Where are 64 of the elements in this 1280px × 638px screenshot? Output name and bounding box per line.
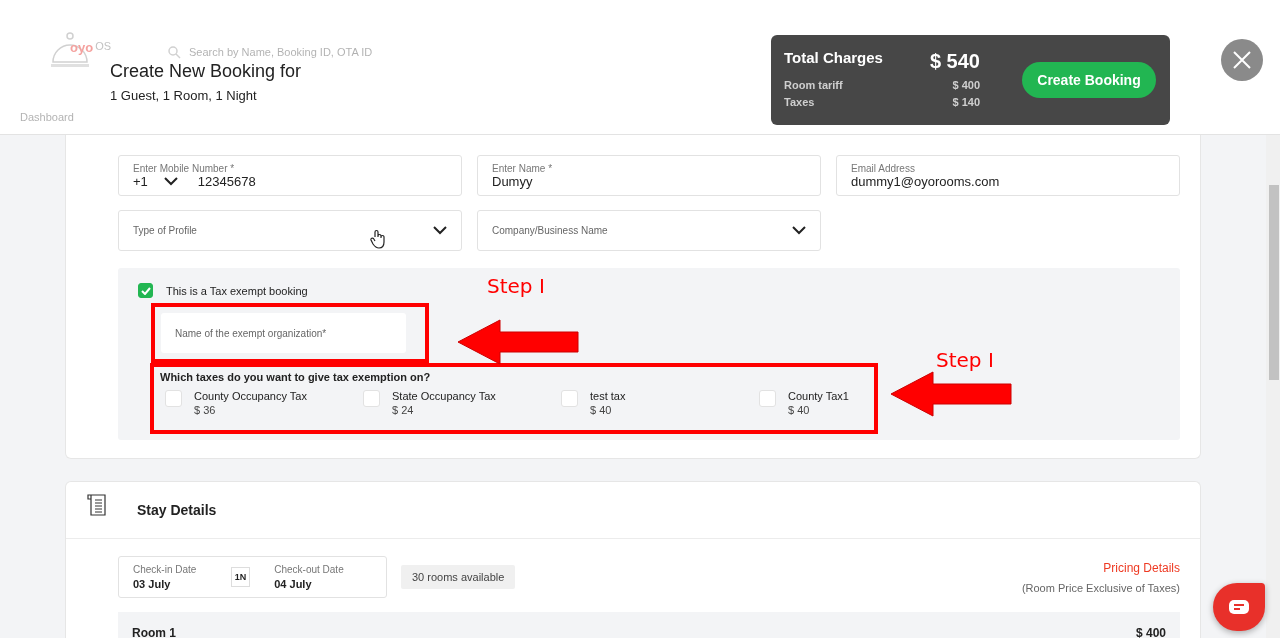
tax-amount: $ 24 [392,404,415,416]
field-label: Enter Name * [492,162,554,174]
field-label: Email Address [851,162,916,174]
chat-button[interactable] [1213,583,1265,631]
pricing-details-link[interactable]: Pricing Details [1103,561,1180,575]
input-field[interactable]: Name of the exempt organization* [161,313,406,353]
booking-summary: 1 Guest, 1 Room, 1 Night [110,88,258,103]
section-title: Stay Details [137,502,217,518]
tax-amount: $ 36 [194,404,217,416]
tax-name: County Tax1 [788,390,849,402]
hand-cursor-icon [370,229,386,249]
total-amount: $ 540 [929,50,980,73]
date-label: Check-out Date [274,564,345,575]
field-placeholder: Company/Business Name [492,225,608,236]
tax-name: test tax [590,390,626,402]
chevron-down-icon[interactable] [433,226,447,235]
charges-title: Total Charges [784,49,883,66]
input-field[interactable]: Enter Name * Dumyy [477,155,821,196]
field-value: Dumyy [492,173,534,189]
country-code[interactable]: +1 [133,173,148,189]
step-label: Step I [487,274,545,298]
tax-amount: $ 40 [788,404,811,416]
charge-value: $ 400 [952,78,980,93]
scrollbar-thumb[interactable] [1269,185,1279,380]
charge-label: Room tariff [784,78,843,93]
dropdown-field[interactable]: Type of Profile [118,210,462,251]
document-icon [87,493,109,517]
chevron-down-icon[interactable] [792,226,806,235]
charge-value: $ 140 [952,95,980,110]
chat-icon [1228,599,1250,615]
checkbox-label: This is a Tax exempt booking [166,284,308,297]
field-placeholder: Name of the exempt organization* [175,327,327,339]
tax-amount: $ 40 [590,404,613,416]
step-label: Step I [936,348,994,372]
scrollbar[interactable] [1266,135,1280,638]
chevron-down-icon[interactable] [163,176,178,186]
charge-label: Taxes [784,95,815,110]
close-button[interactable] [1221,39,1263,81]
input-field[interactable]: Enter Mobile Number * +1 12345678 [118,155,462,196]
nights-badge: 1N [230,567,251,587]
room-name: Room 1 [132,626,176,638]
question-text: Which taxes do you want to give tax exemption on? [160,371,432,383]
field-label: Enter Mobile Number * [133,162,236,174]
field-placeholder: Type of Profile [133,225,197,236]
modal-title: Create New Booking for [110,61,302,82]
field-value: 12345678 [197,173,256,189]
date-value: 03 July [133,578,172,590]
dropdown-field[interactable]: Company/Business Name [477,210,821,251]
close-icon [1233,51,1251,69]
checkmark-icon [140,286,151,295]
date-range-picker[interactable]: Check-in Date 03 July 1N Check-out Date 04 July [118,556,387,598]
date-value: 04 July [274,578,313,590]
room-price: $ 400 [1135,626,1166,638]
pricing-note: (Room Price Exclusive of Taxes) [1021,582,1180,594]
input-field[interactable]: Email Address dummy1@oyorooms.com [836,155,1180,196]
availability-tag: 30 rooms available [401,565,516,589]
field-value: dummy1@oyorooms.com [851,173,1001,189]
brand-suffix: OS [95,40,112,52]
tax-name: County Occupancy Tax [194,390,307,402]
tax-name: State Occupancy Tax [392,390,496,402]
date-label: Check-in Date [133,564,198,575]
search-icon[interactable] [168,45,181,59]
brand-logo-text: oyo [70,40,94,55]
checkbox[interactable] [138,283,153,298]
